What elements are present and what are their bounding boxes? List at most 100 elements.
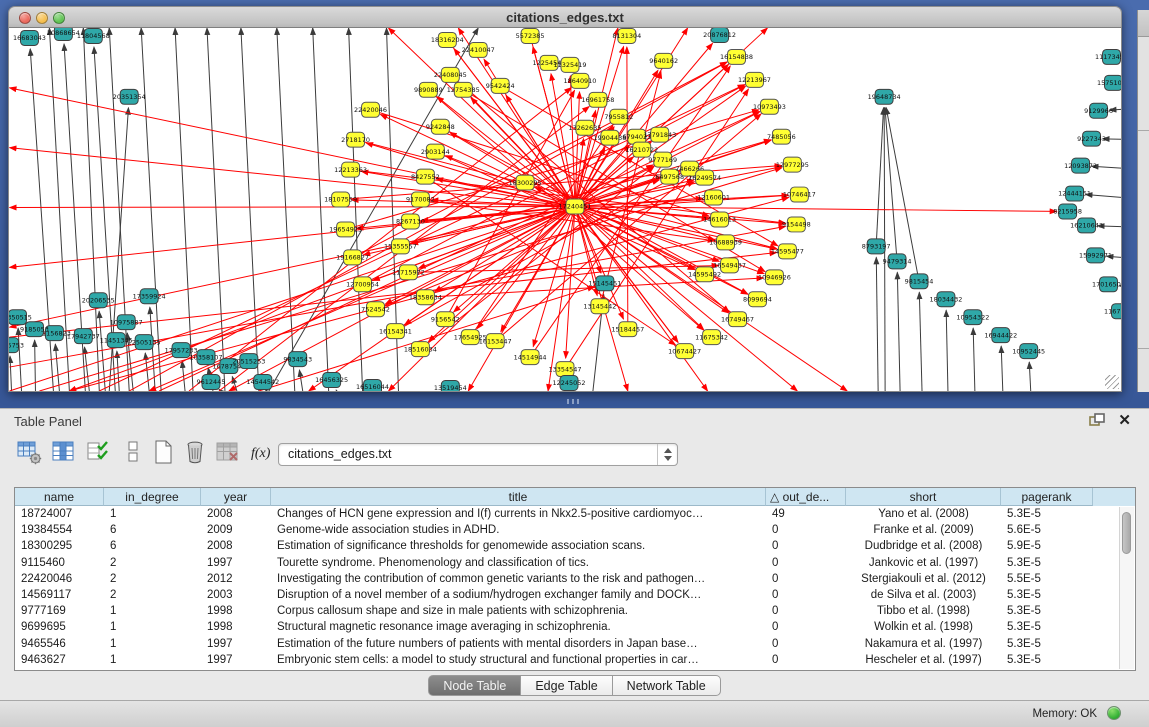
select-all-columns-icon[interactable] bbox=[86, 439, 112, 465]
table-source-select[interactable]: citations_edges.txt bbox=[278, 443, 678, 466]
graph-node[interactable]: 12444151 bbox=[1058, 186, 1091, 201]
graph-node[interactable]: 14544542 bbox=[246, 375, 279, 390]
tab-node-table[interactable]: Node Table bbox=[428, 675, 521, 696]
graph-node[interactable]: 7485056 bbox=[767, 129, 796, 144]
graph-node[interactable]: 18034432 bbox=[929, 292, 962, 307]
graph-node[interactable]: 18316204 bbox=[431, 32, 464, 47]
graph-node[interactable]: 8915753 bbox=[9, 338, 24, 353]
table-row[interactable]: 969969511998Structural magnetic resonanc… bbox=[15, 619, 1135, 635]
graph-node[interactable]: 20351354 bbox=[113, 89, 146, 104]
graph-node[interactable]: 10946926 bbox=[758, 270, 791, 285]
delete-column-icon[interactable] bbox=[182, 439, 208, 465]
table-row[interactable]: 977716911998Corpus callosum shape and si… bbox=[15, 603, 1135, 619]
graph-node[interactable]: 8215958 bbox=[1053, 204, 1082, 219]
show-columns-icon[interactable] bbox=[50, 439, 76, 465]
memory-ok-icon[interactable] bbox=[1107, 706, 1121, 720]
network-window-titlebar[interactable]: citations_edges.txt bbox=[8, 6, 1122, 28]
scrollbar-thumb[interactable] bbox=[1122, 512, 1131, 554]
graph-node[interactable]: 12093872 bbox=[1064, 158, 1097, 173]
graph-node[interactable]: 9640162 bbox=[649, 53, 678, 68]
graph-node[interactable]: 17016504 bbox=[1092, 277, 1121, 292]
graph-node[interactable]: 10688939 bbox=[709, 235, 742, 250]
graph-node[interactable]: 18107559 bbox=[324, 192, 357, 207]
graph-node[interactable]: 5572385 bbox=[516, 28, 545, 43]
graph-node[interactable]: 12245052 bbox=[553, 376, 586, 391]
graph-node[interactable]: 19654925 bbox=[329, 222, 362, 237]
vertical-scrollbar[interactable] bbox=[1119, 507, 1134, 669]
graph-node[interactable]: 16154341 bbox=[379, 324, 412, 339]
graph-node[interactable]: 9815454 bbox=[905, 274, 934, 289]
graph-node[interactable]: 16683043 bbox=[13, 30, 46, 45]
graph-node[interactable]: 10952445 bbox=[1012, 344, 1045, 359]
graph-node[interactable]: 11675342 bbox=[695, 330, 728, 345]
column-header-pagerank[interactable]: pagerank bbox=[1001, 488, 1093, 506]
graph-node[interactable]: 22408045 bbox=[434, 67, 467, 82]
graph-node[interactable]: 9479314 bbox=[883, 254, 912, 269]
graph-node[interactable]: 12213363 bbox=[334, 162, 367, 177]
tab-edge-table[interactable]: Edge Table bbox=[521, 675, 612, 696]
graph-node[interactable]: 13519454 bbox=[434, 381, 467, 391]
column-header-out_degree[interactable]: △ out_de... bbox=[766, 488, 846, 506]
function-builder-icon[interactable]: f(x) bbox=[248, 439, 278, 465]
graph-node[interactable]: 16210643 bbox=[1070, 218, 1103, 233]
column-header-title[interactable]: title bbox=[271, 488, 766, 506]
graph-node[interactable]: 11715972 bbox=[392, 265, 425, 280]
float-panel-icon[interactable] bbox=[1089, 413, 1105, 427]
column-header-short[interactable]: short bbox=[846, 488, 1001, 506]
graph-node[interactable]: 12977295 bbox=[776, 157, 809, 172]
graph-node[interactable]: 11675312 bbox=[1104, 304, 1121, 319]
graph-node[interactable]: 16944422 bbox=[984, 328, 1017, 343]
column-header-year[interactable]: year bbox=[201, 488, 271, 506]
graph-node[interactable]: 11173454 bbox=[1095, 49, 1121, 64]
tab-network-table[interactable]: Network Table bbox=[613, 675, 721, 696]
graph-node[interactable]: 16456325 bbox=[315, 373, 348, 388]
graph-node[interactable]: 10746417 bbox=[783, 187, 816, 202]
graph-node[interactable]: 19648734 bbox=[868, 89, 901, 104]
graph-node[interactable]: 15992971 bbox=[1079, 248, 1112, 263]
table-row[interactable]: 1456911722003Disruption of a novel membe… bbox=[15, 587, 1135, 603]
table-row[interactable]: 911546021997Tourette syndrome. Phenomeno… bbox=[15, 555, 1135, 571]
graph-node[interactable]: 9542424 bbox=[486, 78, 515, 93]
graph-node[interactable]: 9227343 bbox=[1077, 131, 1106, 146]
table-row[interactable]: 1938455462009Genome-wide association stu… bbox=[15, 522, 1135, 538]
column-header-in_degree[interactable]: in_degree bbox=[104, 488, 201, 506]
network-canvas[interactable]: 1724045122420046271817012213363181075591… bbox=[8, 28, 1122, 392]
graph-node[interactable]: 22410047 bbox=[462, 42, 495, 57]
table-row[interactable]: 946362711997Embryonic stem cells: a mode… bbox=[15, 652, 1135, 668]
table-row[interactable]: 2242004622012Investigating the contribut… bbox=[15, 571, 1135, 587]
graph-node[interactable]: 14595477 bbox=[771, 244, 804, 259]
graph-node[interactable]: 11804568 bbox=[77, 28, 110, 43]
graph-node[interactable]: 9834543 bbox=[283, 352, 312, 367]
graph-node[interactable]: 10954322 bbox=[956, 310, 989, 325]
column-header-name[interactable]: name bbox=[15, 488, 104, 506]
graph-node[interactable]: 8267130 bbox=[396, 214, 425, 229]
modify-table-icon[interactable] bbox=[16, 439, 42, 465]
graph-node[interactable]: 2903144 bbox=[421, 144, 450, 159]
graph-node[interactable]: 9890889 bbox=[414, 82, 443, 97]
panel-splitter-handle[interactable] bbox=[567, 399, 581, 404]
graph-node[interactable]: 10674427 bbox=[668, 344, 701, 359]
graph-node[interactable]: 8427552 bbox=[411, 169, 440, 184]
graph-node[interactable]: 17942737 bbox=[67, 329, 100, 344]
window-resize-grip[interactable] bbox=[1105, 375, 1119, 389]
graph-node[interactable]: 9612445 bbox=[197, 375, 226, 390]
graph-node[interactable]: 14514944 bbox=[514, 350, 547, 365]
graph-node[interactable]: 7955812 bbox=[604, 109, 633, 124]
graph-node[interactable]: 16516044 bbox=[356, 380, 389, 391]
graph-node[interactable]: 20868654 bbox=[47, 28, 80, 40]
graph-node[interactable]: 17359924 bbox=[133, 289, 166, 304]
graph-node[interactable]: 20876812 bbox=[703, 28, 736, 42]
graph-node[interactable]: 15751074 bbox=[1097, 75, 1121, 90]
graph-node[interactable]: 9154498 bbox=[782, 217, 811, 232]
graph-node[interactable]: 2718170 bbox=[341, 132, 370, 147]
graph-node[interactable]: 16154838 bbox=[720, 49, 753, 64]
table-row[interactable]: 1830029562008Estimation of significance … bbox=[15, 538, 1135, 554]
create-column-icon[interactable] bbox=[150, 439, 176, 465]
graph-node[interactable]: 15184457 bbox=[611, 322, 644, 337]
table-row[interactable]: 946554611997Estimation of the future num… bbox=[15, 636, 1135, 652]
graph-node[interactable]: 8793197 bbox=[862, 239, 891, 254]
graph-node[interactable]: 18640910 bbox=[563, 73, 596, 88]
table-row[interactable]: 1872400712008Changes of HCN gene express… bbox=[15, 506, 1135, 522]
unselect-columns-icon[interactable] bbox=[120, 439, 146, 465]
close-panel-icon[interactable]: ✕ bbox=[1118, 411, 1131, 429]
